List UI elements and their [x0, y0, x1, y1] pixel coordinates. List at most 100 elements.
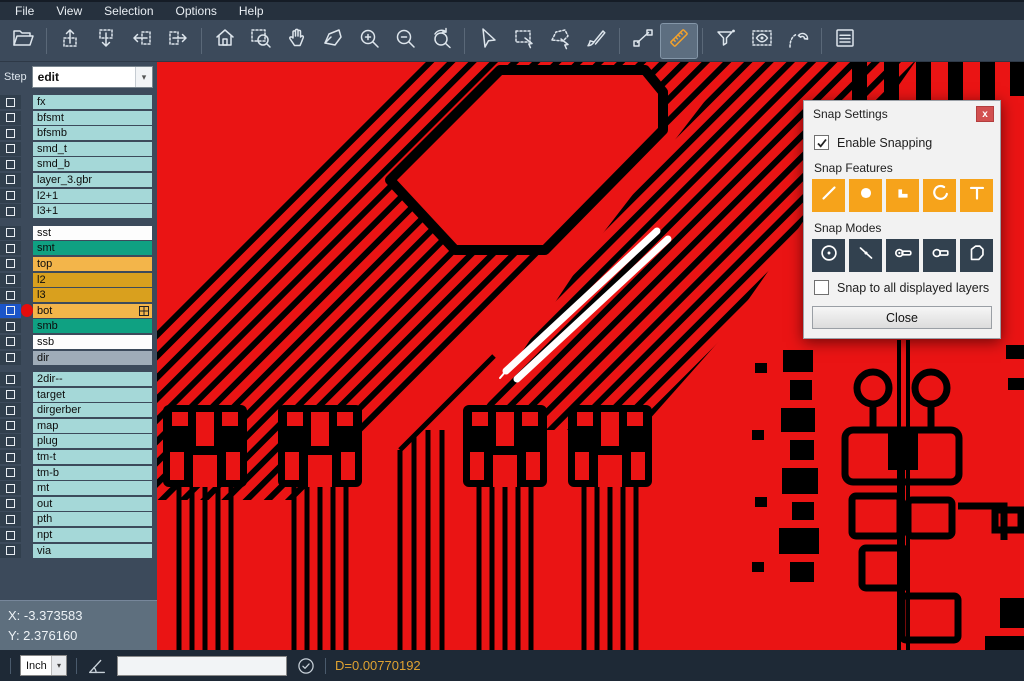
layer-visibility-checkbox[interactable] — [0, 528, 21, 542]
layer-row-ssb[interactable]: ssb — [0, 335, 157, 349]
move-down-button[interactable] — [88, 24, 124, 58]
chevron-down-icon[interactable]: ▾ — [135, 67, 152, 87]
layer-visibility-checkbox[interactable] — [0, 126, 21, 140]
layer-row-smb[interactable]: smb — [0, 319, 157, 333]
layer-visibility-checkbox[interactable] — [0, 257, 21, 271]
layer-row-dirgerber[interactable]: dirgerber — [0, 403, 157, 417]
snap-feature-text-button[interactable] — [960, 179, 993, 212]
layer-row-smt[interactable]: smt — [0, 241, 157, 255]
layer-visibility-checkbox[interactable] — [0, 481, 21, 495]
snap-mode-midpoint-button[interactable] — [849, 239, 882, 272]
layer-row-fx[interactable]: fx — [0, 95, 157, 109]
measure-ruler-button[interactable] — [661, 24, 697, 58]
menu-selection[interactable]: Selection — [93, 2, 164, 20]
show-selection-button[interactable] — [744, 24, 780, 58]
layer-row-mt[interactable]: mt — [0, 481, 157, 495]
layer-visibility-checkbox[interactable] — [0, 226, 21, 240]
layer-visibility-checkbox[interactable] — [0, 319, 21, 333]
open-file-button[interactable] — [5, 24, 41, 58]
layer-visibility-checkbox[interactable] — [0, 544, 21, 558]
layer-visibility-checkbox[interactable] — [0, 204, 21, 218]
layer-row-l2[interactable]: l2 — [0, 273, 157, 287]
zoom-out-button[interactable] — [387, 24, 423, 58]
layer-visibility-checkbox[interactable] — [0, 288, 21, 302]
layer-row-smd_t[interactable]: smd_t — [0, 142, 157, 156]
move-left-button[interactable] — [124, 24, 160, 58]
enable-snapping-checkbox[interactable] — [814, 135, 829, 150]
polygon-zoom-button[interactable] — [315, 24, 351, 58]
layer-row-sst[interactable]: sst — [0, 226, 157, 240]
layer-row-via[interactable]: via — [0, 544, 157, 558]
dialog-close-action-button[interactable]: Close — [812, 306, 992, 329]
move-right-button[interactable] — [160, 24, 196, 58]
layer-row-pth[interactable]: pth — [0, 512, 157, 526]
zoom-region-button[interactable] — [243, 24, 279, 58]
layer-row-out[interactable]: out — [0, 497, 157, 511]
layer-visibility-checkbox[interactable] — [0, 419, 21, 433]
step-select[interactable]: edit ▾ — [32, 66, 153, 88]
layer-visibility-checkbox[interactable] — [0, 372, 21, 386]
pan-hand-button[interactable] — [279, 24, 315, 58]
sweep-brush-button[interactable] — [578, 24, 614, 58]
layer-visibility-checkbox[interactable] — [0, 497, 21, 511]
layer-visibility-checkbox[interactable] — [0, 434, 21, 448]
snap-feature-line-button[interactable] — [812, 179, 845, 212]
layer-row-top[interactable]: top — [0, 257, 157, 271]
command-input[interactable] — [117, 656, 287, 676]
layer-row-plug[interactable]: plug — [0, 434, 157, 448]
layer-row-l2+1[interactable]: l2+1 — [0, 189, 157, 203]
layer-row-target[interactable]: target — [0, 388, 157, 402]
layer-visibility-checkbox[interactable] — [0, 241, 21, 255]
layer-visibility-checkbox[interactable] — [0, 273, 21, 287]
layer-row-tm-t[interactable]: tm-t — [0, 450, 157, 464]
snap-feature-surface-button[interactable] — [886, 179, 919, 212]
snap-mode-pad-slot-button[interactable] — [886, 239, 919, 272]
snap-all-layers-checkbox[interactable] — [814, 280, 829, 295]
layer-row-2dir--[interactable]: 2dir-- — [0, 372, 157, 386]
menu-help[interactable]: Help — [228, 2, 275, 20]
dialog-title-bar[interactable]: Snap Settings x — [804, 101, 1000, 127]
layer-row-bot[interactable]: bot — [0, 304, 157, 318]
layer-row-map[interactable]: map — [0, 419, 157, 433]
move-up-button[interactable] — [52, 24, 88, 58]
menu-file[interactable]: File — [4, 2, 45, 20]
layer-visibility-checkbox[interactable] — [0, 189, 21, 203]
layer-visibility-checkbox[interactable] — [0, 173, 21, 187]
layers-panel-button[interactable] — [827, 24, 863, 58]
menu-options[interactable]: Options — [165, 2, 228, 20]
snap-feature-pad-button[interactable] — [849, 179, 882, 212]
layer-visibility-checkbox[interactable] — [0, 111, 21, 125]
layer-row-tm-b[interactable]: tm-b — [0, 466, 157, 480]
layer-visibility-checkbox[interactable] — [0, 403, 21, 417]
snap-magnet-button[interactable] — [780, 24, 816, 58]
layer-row-l3+1[interactable]: l3+1 — [0, 204, 157, 218]
apply-circle-check-icon[interactable] — [296, 656, 316, 676]
snap-mode-pad-outline-button[interactable] — [923, 239, 956, 272]
layer-row-dir[interactable]: dir — [0, 351, 157, 365]
home-view-button[interactable] — [207, 24, 243, 58]
layer-row-layer_3.gbr[interactable]: layer_3.gbr — [0, 173, 157, 187]
snap-feature-arc-button[interactable] — [923, 179, 956, 212]
layer-visibility-checkbox[interactable] — [0, 142, 21, 156]
dialog-close-button[interactable]: x — [976, 106, 994, 122]
layer-visibility-checkbox[interactable] — [0, 304, 21, 318]
layer-visibility-checkbox[interactable] — [0, 450, 21, 464]
layer-row-smd_b[interactable]: smd_b — [0, 157, 157, 171]
snap-mode-center-button[interactable] — [812, 239, 845, 272]
layer-row-l3[interactable]: l3 — [0, 288, 157, 302]
rect-select-button[interactable] — [506, 24, 542, 58]
lasso-select-button[interactable] — [542, 24, 578, 58]
layer-row-npt[interactable]: npt — [0, 528, 157, 542]
layer-visibility-checkbox[interactable] — [0, 512, 21, 526]
layer-visibility-checkbox[interactable] — [0, 95, 21, 109]
layer-visibility-checkbox[interactable] — [0, 335, 21, 349]
layer-row-bfsmt[interactable]: bfsmt — [0, 111, 157, 125]
layer-visibility-checkbox[interactable] — [0, 157, 21, 171]
select-arrow-button[interactable] — [470, 24, 506, 58]
chevron-down-icon[interactable]: ▾ — [51, 656, 66, 675]
layer-visibility-checkbox[interactable] — [0, 388, 21, 402]
layer-visibility-checkbox[interactable] — [0, 351, 21, 365]
zoom-in-button[interactable] — [351, 24, 387, 58]
zoom-reset-button[interactable] — [423, 24, 459, 58]
layer-visibility-checkbox[interactable] — [0, 466, 21, 480]
